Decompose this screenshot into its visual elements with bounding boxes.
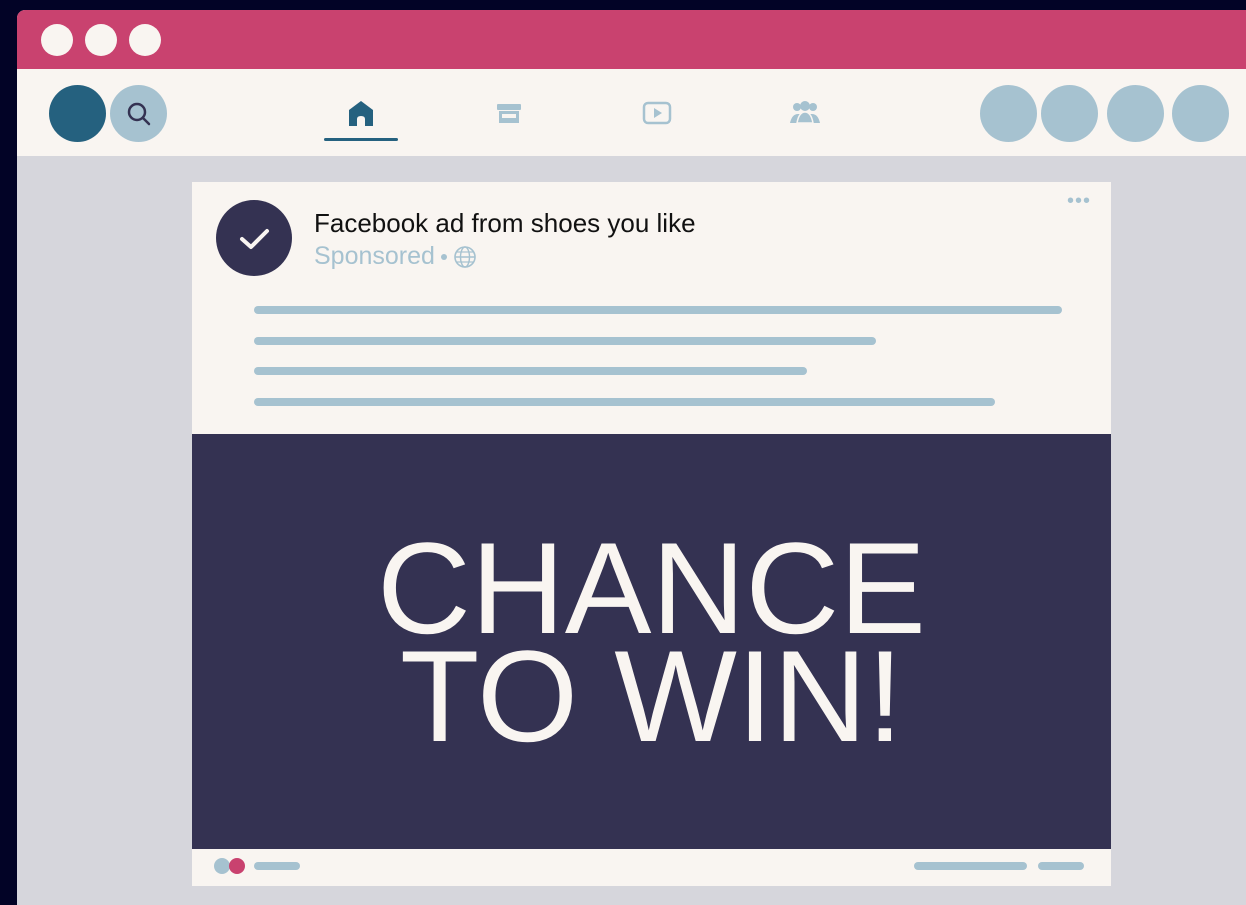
reaction-icon bbox=[229, 858, 245, 874]
nav-action-button-2[interactable] bbox=[1041, 85, 1098, 142]
checkmark-icon bbox=[240, 229, 269, 249]
nav-action-button-3[interactable] bbox=[1107, 85, 1164, 142]
tab-home[interactable] bbox=[324, 85, 398, 141]
text-placeholder-line bbox=[254, 306, 1062, 314]
post-meta: Sponsored bbox=[314, 242, 477, 271]
video-icon bbox=[642, 101, 672, 125]
search-button[interactable] bbox=[110, 85, 167, 142]
comments-count-placeholder bbox=[914, 862, 1027, 870]
text-placeholder-line bbox=[254, 367, 807, 375]
tab-watch[interactable] bbox=[620, 85, 694, 141]
text-placeholder-line bbox=[254, 398, 995, 406]
profile-avatar[interactable] bbox=[49, 85, 106, 142]
search-icon bbox=[127, 102, 150, 125]
tab-groups[interactable] bbox=[768, 85, 842, 141]
home-icon bbox=[349, 101, 373, 126]
window-control-close[interactable] bbox=[41, 24, 73, 56]
separator-dot bbox=[440, 253, 447, 260]
groups-icon bbox=[790, 101, 820, 124]
post-title[interactable]: Facebook ad from shoes you like bbox=[314, 208, 696, 239]
text-placeholder-line bbox=[254, 337, 876, 345]
store-icon bbox=[497, 104, 521, 123]
globe-icon bbox=[454, 245, 476, 268]
window-control-minimize[interactable] bbox=[85, 24, 117, 56]
nav-action-button-4[interactable] bbox=[1172, 85, 1229, 142]
sponsored-post: Facebook ad from shoes you like Sponsore… bbox=[192, 182, 1111, 886]
title-bar bbox=[17, 10, 1246, 69]
shares-count-placeholder bbox=[1038, 862, 1084, 870]
window-control-maximize[interactable] bbox=[129, 24, 161, 56]
banner-headline-line-2: TO WIN! bbox=[399, 622, 904, 769]
tab-marketplace[interactable] bbox=[472, 85, 546, 141]
ad-banner[interactable]: CHANCE TO WIN! bbox=[192, 434, 1111, 849]
top-navbar bbox=[17, 69, 1246, 156]
sponsored-label: Sponsored bbox=[314, 242, 435, 270]
page-avatar[interactable] bbox=[216, 200, 292, 276]
browser-window: Facebook ad from shoes you like Sponsore… bbox=[17, 10, 1246, 905]
more-options-button[interactable]: ••• bbox=[1067, 190, 1091, 213]
reaction-count-placeholder bbox=[254, 862, 300, 870]
nav-action-button-1[interactable] bbox=[980, 85, 1037, 142]
reaction-icon bbox=[214, 858, 230, 874]
